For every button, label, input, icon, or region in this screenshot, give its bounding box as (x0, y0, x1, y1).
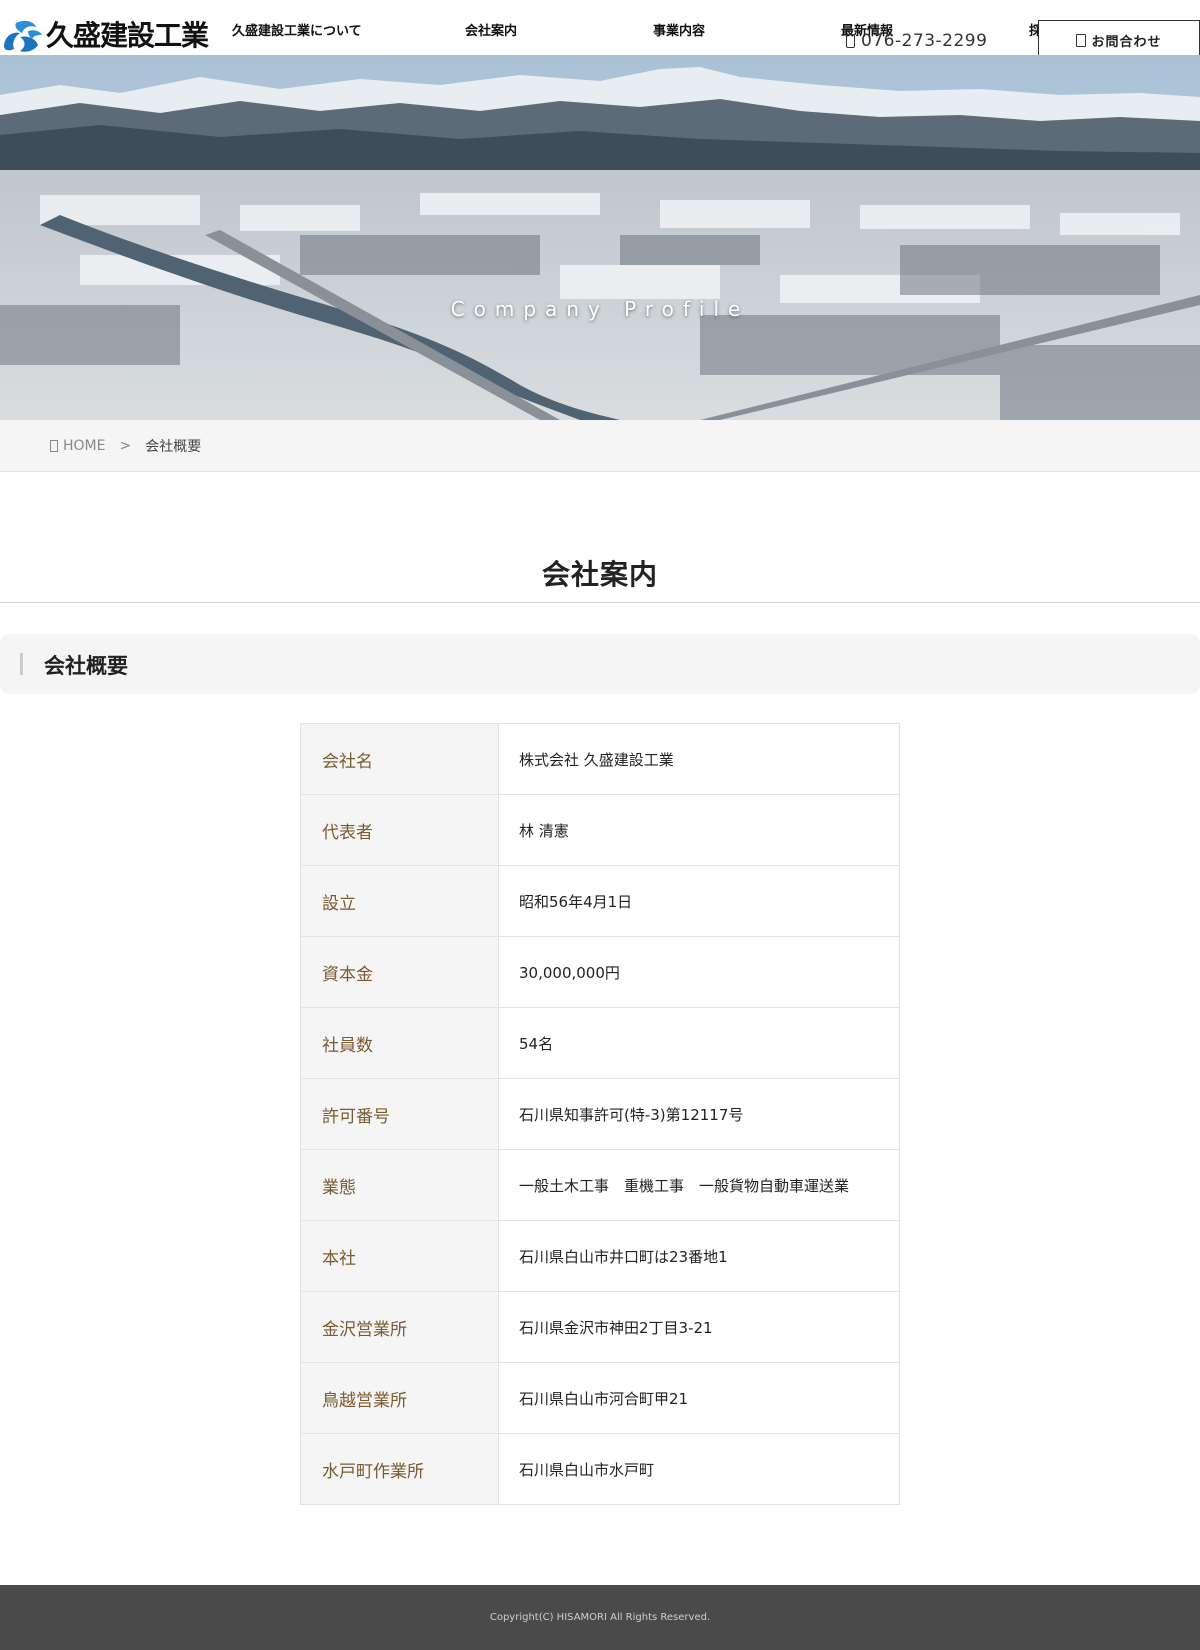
phone-icon (846, 34, 855, 48)
row-label: 鳥越営業所 (300, 1362, 499, 1434)
row-value: 30,000,000円 (498, 936, 900, 1008)
main-nav: 久盛建設工業について 会社案内 事業内容 最新情報 採用情報 (0, 20, 1200, 40)
contact-label: お問合わせ (1091, 35, 1162, 50)
row-value: 株式会社 久盛建設工業 (498, 723, 900, 795)
table-row: 鳥越営業所 石川県白山市河合町甲21 (300, 1362, 900, 1434)
row-label: 会社名 (300, 723, 499, 795)
row-value: 昭和56年4月1日 (498, 865, 900, 937)
row-value: 石川県知事許可(特-3)第12117号 (498, 1078, 900, 1150)
nav-item-about[interactable]: 久盛建設工業について (232, 20, 362, 39)
breadcrumb-current: 会社概要 (145, 438, 202, 455)
table-row: 許可番号 石川県知事許可(特-3)第12117号 (300, 1078, 900, 1150)
copyright-text: Copyright(C) HISAMORI All Rights Reserve… (489, 1612, 711, 1623)
table-row: 資本金 30,000,000円 (300, 936, 900, 1008)
table-row: 金沢営業所 石川県金沢市神田2丁目3-21 (300, 1291, 900, 1363)
breadcrumb-separator: > (119, 437, 132, 454)
hero-title: Company Profile (450, 297, 750, 321)
row-label: 業態 (300, 1149, 499, 1221)
nav-item-company[interactable]: 会社案内 (465, 20, 517, 39)
row-value: 54名 (498, 1007, 900, 1079)
breadcrumb: HOME > 会社概要 (0, 420, 1200, 472)
row-value: 石川県金沢市神田2丁目3-21 (498, 1291, 900, 1363)
table-row: 業態 一般土木工事 重機工事 一般貨物自動車運送業 (300, 1149, 900, 1221)
row-label: 水戸町作業所 (300, 1433, 499, 1505)
row-value: 林 清憲 (498, 794, 900, 866)
row-label: 許可番号 (300, 1078, 499, 1150)
site-header: 久盛建設工業 久盛建設工業について 会社案内 事業内容 最新情報 採用情報 07… (0, 0, 1200, 61)
company-info-table: 会社名 株式会社 久盛建設工業 代表者林 清憲 設立 昭和56年4月1日 資本金 30… (300, 723, 900, 1505)
title-divider (0, 602, 1200, 603)
nav-item-business[interactable]: 事業内容 (653, 20, 705, 39)
table-row: 会社名 株式会社 久盛建設工業 (300, 723, 900, 795)
row-label: 金沢営業所 (300, 1291, 499, 1363)
row-value: 石川県白山市水戸町 (498, 1433, 900, 1505)
home-icon (50, 439, 58, 452)
table-row: 水戸町作業所 石川県白山市水戸町 (300, 1433, 900, 1505)
page-title: 会社案内 (541, 558, 658, 591)
section-title: 会社概要 (44, 654, 128, 678)
table-row: 設立 昭和56年4月1日 (300, 865, 900, 937)
row-value: 一般土木工事 重機工事 一般貨物自動車運送業 (498, 1149, 900, 1221)
table-row: 本社 石川県白山市井口町は23番地1 (300, 1220, 900, 1292)
hero-banner: Company Profile (0, 55, 1200, 420)
row-label: 社員数 (300, 1007, 499, 1079)
breadcrumb-home-link[interactable]: HOME (63, 438, 105, 454)
section-accent-bar (20, 653, 23, 675)
row-label: 本社 (300, 1220, 499, 1292)
row-label: 設立 (300, 865, 499, 937)
phone-text: 076-273-2299 (861, 31, 988, 51)
row-value: 石川県白山市河合町甲21 (498, 1362, 900, 1434)
row-value: 石川県白山市井口町は23番地1 (498, 1220, 900, 1292)
section-header: 会社概要 (0, 634, 1200, 694)
mail-icon (1076, 34, 1087, 47)
row-label: 代表者 (300, 794, 499, 866)
site-footer: Copyright(C) HISAMORI All Rights Reserve… (0, 1585, 1200, 1650)
row-label: 資本金 (300, 936, 499, 1008)
hero-landscape-image (0, 55, 1200, 420)
table-row: 代表者林 清憲 (300, 794, 900, 866)
phone-number[interactable]: 076-273-2299 (846, 31, 987, 51)
table-row: 社員数 54名 (300, 1007, 900, 1079)
